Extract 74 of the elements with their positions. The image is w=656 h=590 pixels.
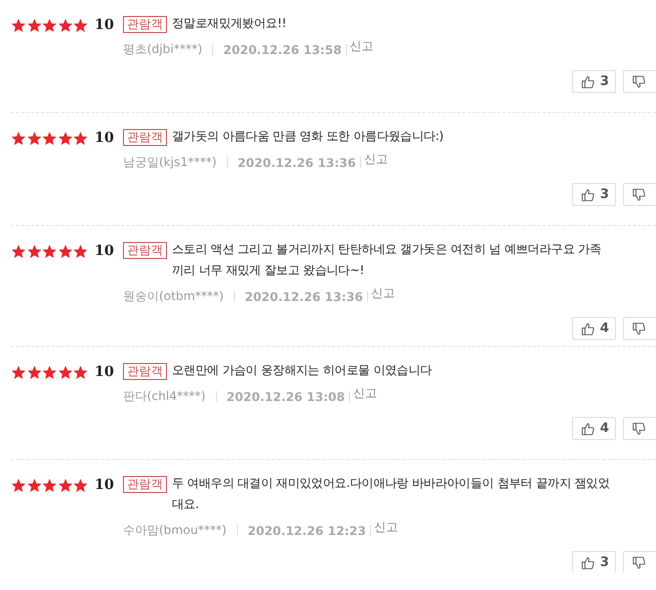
dislike-button[interactable] <box>623 183 656 206</box>
thumbs-down-icon <box>632 322 646 336</box>
review-text: 정말로재밌게봤어요!! <box>172 15 286 32</box>
star-icon <box>73 244 88 258</box>
star-icon <box>73 364 88 380</box>
like-button[interactable]: 3 <box>572 70 616 93</box>
rating-score: 10 <box>94 130 114 146</box>
dislike-button[interactable] <box>623 70 656 93</box>
viewer-badge: 관람객 <box>123 129 167 146</box>
review-date: 2020.12.26 13:08 <box>226 390 345 404</box>
like-button[interactable]: 3 <box>572 551 616 572</box>
review-text: 갤가돗의 아름다움 만큼 영화 또한 아름다웠습니다:) <box>172 128 444 145</box>
thumbs-up-icon <box>581 74 595 88</box>
star-icon <box>11 478 26 492</box>
star-icon <box>58 18 72 32</box>
like-button[interactable]: 4 <box>572 317 616 340</box>
dislike-button[interactable] <box>623 317 656 340</box>
star-icon <box>26 478 42 492</box>
star-icon <box>26 244 42 258</box>
star-icon <box>42 130 57 146</box>
star-icon <box>42 364 57 380</box>
report-link[interactable]: 신고 <box>350 38 374 55</box>
star-icon <box>58 130 72 146</box>
thumbs-down-icon <box>632 188 646 202</box>
star-icon <box>11 130 26 146</box>
like-button[interactable]: 4 <box>572 417 616 440</box>
dislike-button[interactable] <box>623 417 656 440</box>
thumbs-down-icon <box>632 422 646 436</box>
star-icon <box>73 130 88 146</box>
star-icon <box>58 244 72 258</box>
author-name: 판다(chl4****) <box>123 388 206 405</box>
review-date: 2020.12.26 12:23 <box>248 524 366 538</box>
author-name: 남궁일(kjs1****) <box>123 154 217 171</box>
rating-score: 10 <box>94 477 114 493</box>
report-link[interactable]: 신고 <box>364 151 388 168</box>
review-date: 2020.12.26 13:36 <box>244 290 364 304</box>
star-icon <box>42 18 57 32</box>
review-text: 오랜만에 가슴이 웅장해지는 히어로물 이였습니다 <box>172 362 432 379</box>
like-button[interactable]: 3 <box>572 183 616 206</box>
star-icon <box>58 364 72 380</box>
rating-score: 10 <box>94 364 114 380</box>
thumbs-up-icon <box>581 322 595 336</box>
star-icon <box>11 18 26 32</box>
star-icon <box>42 478 57 492</box>
star-icon <box>73 18 88 32</box>
viewer-badge: 관람객 <box>123 363 167 380</box>
thumbs-down-icon <box>632 556 646 570</box>
thumbs-up-icon <box>581 556 595 570</box>
review-date: 2020.12.26 13:36 <box>238 156 356 170</box>
thumbs-up-icon <box>581 422 595 436</box>
author-name: 수아맘(bmou****) <box>123 522 227 539</box>
viewer-badge: 관람객 <box>123 242 167 259</box>
star-icon <box>26 130 42 146</box>
star-icon <box>26 364 42 380</box>
rating-score: 10 <box>94 17 114 33</box>
report-link[interactable]: 신고 <box>374 519 398 536</box>
rating-score: 10 <box>94 243 114 259</box>
author-name: 원숭이(otbm****) <box>123 288 224 305</box>
star-icon <box>73 478 88 492</box>
star-icon <box>26 18 42 32</box>
viewer-badge: 관람객 <box>123 476 167 493</box>
thumbs-up-icon <box>581 188 595 202</box>
star-icon <box>42 244 57 258</box>
star-icon <box>11 244 26 258</box>
review-text: 두 여배우의 대결이 재미있었어요.다이애나랑 바바라아이들이 첨부터 끝까지 잼있었 대요. <box>172 475 610 513</box>
report-link[interactable]: 신고 <box>371 285 396 302</box>
star-icon <box>58 478 72 492</box>
review-text: 스토리 액션 그리고 볼거리까지 탄탄하네요 갤가돗은 여전히 넘 예쁘더라구요 가족 끼리 너무 재밌게 잘보고 왔습니다~! <box>172 241 602 279</box>
report-link[interactable]: 신고 <box>352 385 377 402</box>
review-date: 2020.12.26 13:58 <box>223 42 342 56</box>
viewer-badge: 관람객 <box>123 16 167 33</box>
author-name: 평초(djbi****) <box>123 41 202 58</box>
thumbs-down-icon <box>632 74 646 88</box>
star-icon <box>11 364 26 380</box>
